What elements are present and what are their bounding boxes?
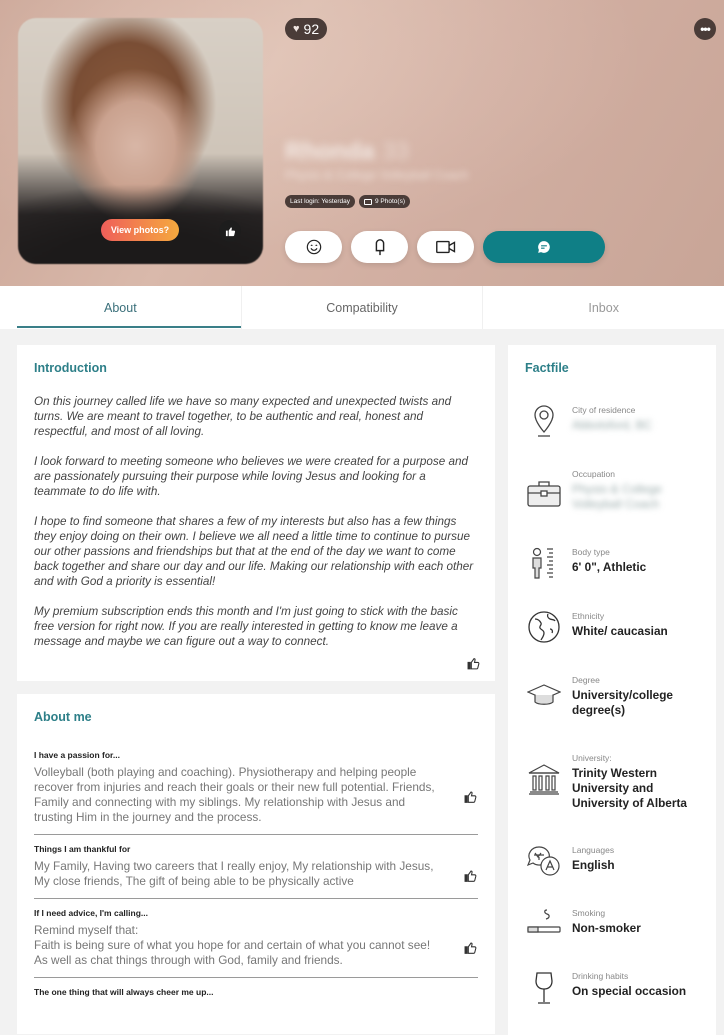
fact-ethnicity: Ethnicity White/ caucasian	[525, 611, 668, 643]
fact-languages: Languages English	[525, 845, 615, 877]
fact-smoking: Smoking Non-smoker	[525, 908, 641, 936]
fact-city: City of residence Abbotsford, BC	[525, 405, 652, 437]
briefcase-icon	[527, 481, 561, 507]
photo-like-button[interactable]	[219, 220, 241, 242]
ice-lolly-icon	[375, 239, 384, 256]
globe-icon	[528, 611, 560, 643]
more-options-button[interactable]: •••	[694, 18, 716, 40]
age-text: 33	[382, 138, 410, 165]
video-camera-icon	[435, 240, 455, 254]
fact-label: Languages	[572, 845, 615, 855]
score-value: 92	[303, 21, 320, 37]
image-icon	[364, 198, 372, 205]
fact-label: Degree	[572, 675, 600, 685]
introduction-text: On this journey called life we have so m…	[34, 394, 479, 649]
like-answer-button[interactable]	[464, 869, 478, 885]
fact-degree: Degree University/college degree(s)	[525, 675, 682, 718]
like-answer-button[interactable]	[464, 941, 478, 957]
list-item: Things I am thankful for My Family, Havi…	[34, 844, 478, 899]
chat-bubble-icon	[538, 241, 550, 253]
fact-value: University/college degree(s)	[572, 688, 673, 717]
smile-button[interactable]	[285, 231, 342, 263]
introduction-title: Introduction	[34, 361, 107, 375]
fact-university: University: Trinity Western University an…	[525, 753, 697, 811]
list-item: The one thing that will always cheer me …	[34, 987, 478, 1011]
fact-occupation: Occupation Physio & College Volleyball Co…	[525, 469, 672, 512]
intro-paragraph: My premium subscription ends this month …	[34, 605, 458, 648]
fact-value: Abbotsford, BC	[572, 418, 652, 432]
location-pin-icon	[534, 405, 554, 437]
question: Things I am thankful for	[34, 844, 131, 854]
graduation-cap-icon	[527, 684, 561, 705]
about-me-list: I have a passion for... Volleyball (both…	[34, 750, 479, 1011]
fact-value: White/ caucasian	[572, 624, 668, 638]
thumbs-up-icon	[464, 791, 477, 803]
send-message-button[interactable]	[483, 231, 605, 263]
fact-label: Smoking	[572, 908, 606, 918]
tab-about[interactable]: About	[0, 286, 241, 329]
about-me-title: About me	[34, 710, 92, 724]
video-call-button[interactable]	[417, 231, 474, 263]
cigarette-icon	[527, 909, 561, 933]
question: I have a passion for...	[34, 750, 120, 760]
fact-label: Occupation	[572, 469, 615, 479]
intro-paragraph: I look forward to meeting someone who be…	[34, 455, 468, 498]
fact-value: English	[572, 858, 615, 872]
fact-label: Drinking habits	[572, 971, 629, 981]
photo-count-badge: 9 Photo(s)	[359, 195, 410, 208]
thumbs-up-icon	[225, 226, 235, 236]
fact-value: Physio & College Volleyball Coach	[572, 482, 662, 511]
introduction-card: Introduction On this journey called life…	[17, 345, 495, 681]
status-chips: Last login: Yesterday 9 Photo(s)	[285, 195, 410, 208]
score-badge: ♥ 92	[285, 18, 328, 40]
view-photos-button[interactable]: View photos?	[101, 219, 179, 241]
action-buttons	[285, 231, 605, 263]
list-item: I have a passion for... Volleyball (both…	[34, 750, 478, 835]
last-login-text: Last login: Yesterday	[290, 198, 350, 205]
list-item: If I need advice, I'm calling... Remind …	[34, 908, 478, 978]
about-me-card: About me I have a passion for... Volleyb…	[17, 694, 495, 1034]
fact-drinking: Drinking habits On special occasion	[525, 971, 686, 1005]
factfile-card: Factfile City of residence Abbotsford, BC…	[508, 345, 716, 1035]
answer: Volleyball (both playing and coaching). …	[34, 765, 435, 824]
languages-icon	[527, 846, 560, 876]
fact-body-type: Body type 6' 0", Athletic	[525, 547, 646, 579]
last-login-badge: Last login: Yesterday	[285, 195, 355, 208]
fact-value: Non-smoker	[572, 921, 641, 935]
body-height-icon	[532, 547, 553, 579]
photo-count-text: 9 Photo(s)	[375, 198, 405, 205]
name-text: Rhonda	[285, 138, 375, 165]
answer: My Family, Having two careers that I rea…	[34, 859, 434, 888]
fact-value: On special occasion	[572, 984, 687, 998]
question: If I need advice, I'm calling...	[34, 908, 148, 918]
diamond-heart-icon: ♥	[293, 23, 300, 35]
like-answer-button[interactable]	[464, 790, 478, 806]
thumbs-up-icon	[464, 942, 477, 954]
smiley-icon	[306, 239, 321, 255]
tab-inbox[interactable]: Inbox	[482, 286, 724, 329]
factfile-title: Factfile	[525, 361, 569, 375]
icebreaker-button[interactable]	[351, 231, 408, 263]
answer: Remind myself that: Faith is being sure …	[34, 923, 431, 967]
profile-tabs: About Compatibility Inbox	[0, 286, 724, 329]
profile-subtitle: Physio & College Volleyball Coach	[285, 168, 469, 182]
thumbs-up-icon	[467, 658, 480, 670]
tab-compatibility[interactable]: Compatibility	[240, 286, 483, 329]
fact-value: 6' 0", Athletic	[572, 560, 647, 574]
intro-paragraph: I hope to find someone that shares a few…	[34, 515, 474, 588]
fact-value: Trinity Western University and Universit…	[572, 766, 687, 810]
question: The one thing that will always cheer me …	[34, 987, 214, 997]
fact-label: Ethnicity	[572, 611, 605, 621]
thumbs-up-icon	[464, 870, 477, 882]
fact-label: University:	[572, 753, 612, 763]
profile-name: Rhonda 33	[285, 138, 409, 166]
fact-label: City of residence	[572, 405, 636, 415]
profile-header: View photos? ♥ 92 ••• Rhonda 33 Physio & …	[0, 0, 724, 286]
university-building-icon	[528, 764, 560, 795]
intro-paragraph: On this journey called life we have so m…	[34, 395, 452, 438]
wine-glass-icon	[535, 972, 553, 1004]
like-introduction-button[interactable]	[467, 657, 481, 673]
ellipsis-icon: •••	[700, 22, 711, 36]
fact-label: Body type	[572, 547, 610, 557]
